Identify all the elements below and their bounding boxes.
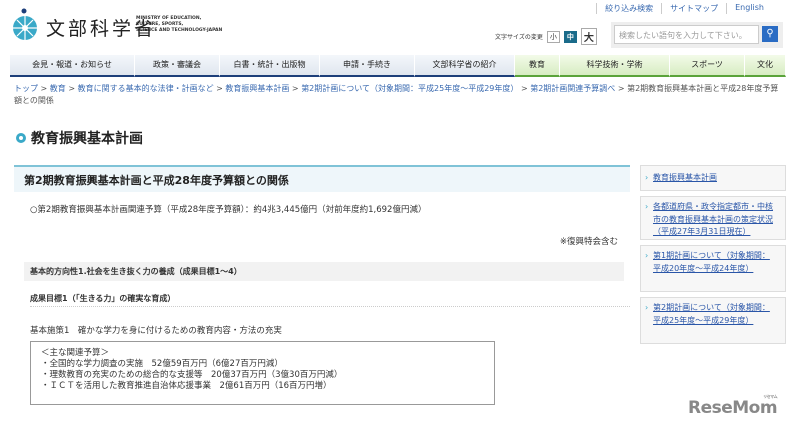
nav-applications[interactable]: 申請・手続き bbox=[320, 55, 415, 77]
nav-press[interactable]: 会見・報道・お知らせ bbox=[10, 55, 135, 77]
breadcrumb-link[interactable]: 教育に関する基本的な法律・計画など bbox=[78, 84, 214, 93]
nav-culture[interactable]: 文化 bbox=[745, 55, 786, 77]
budget-item: ・全国的な学力調査の実施 52億59百万円（6億27百万円減） bbox=[41, 359, 283, 369]
search-icon: ⚲ bbox=[766, 28, 774, 39]
section-heading: 第2期教育振興基本計画と平成28年度予算額との関係 bbox=[14, 165, 630, 192]
breadcrumb-link[interactable]: 教育 bbox=[50, 84, 66, 93]
font-size-switcher: 文字サイズの変更 小 中 大 bbox=[495, 28, 597, 45]
budget-item: ・ＩＣＴを活用した教育推進自治体応援事業 2億61百万円（16百万円増） bbox=[41, 381, 332, 391]
english-link[interactable]: English bbox=[726, 3, 772, 14]
page-title: 教育振興基本計画 bbox=[16, 128, 143, 148]
breadcrumb: トップ > 教育 > 教育に関する基本的な法律・計画など > 教育振興基本計画 … bbox=[14, 84, 779, 105]
page-title-text: 教育振興基本計画 bbox=[31, 131, 143, 147]
logo-english: MINISTRY OF EDUCATION, CULTURE, SPORTS, … bbox=[136, 16, 223, 33]
nav-publications[interactable]: 白書・統計・出版物 bbox=[220, 55, 320, 77]
goal-heading: 成果目標1（「生きる力」の確実な育成） bbox=[30, 293, 630, 307]
policy-text: 基本施策1 確かな学力を身に付けるための教育内容・方法の充実 bbox=[30, 326, 282, 336]
search-input[interactable]: 検索したい語句を入力して下さい。 bbox=[614, 25, 759, 44]
sidebar-link-phase2[interactable]: 第2期計画について（対象期間：平成25年度～平成29年度） bbox=[640, 297, 786, 344]
nav-science[interactable]: 科学技術・学術 bbox=[560, 55, 670, 77]
global-nav: 会見・報道・お知らせ 政策・審議会 白書・統計・出版物 申請・手続き 文部科学省… bbox=[10, 55, 786, 77]
breadcrumb-link[interactable]: 第2期計画関連予算調べ bbox=[530, 84, 615, 93]
nav-education[interactable]: 教育 bbox=[515, 55, 560, 77]
nav-sports[interactable]: スポーツ bbox=[670, 55, 745, 77]
direction-heading: 基本的方向性1.社会を生き抜く力の養成（成果目標1～4） bbox=[24, 262, 624, 281]
budget-summary: ○第2期教育振興基本計画関連予算（平成28年度予算額）：約4兆3,445億円（対… bbox=[30, 205, 427, 215]
sidebar-link-phase1[interactable]: 第1期計画について（対象期間：平成20年度～平成24年度） bbox=[640, 245, 786, 292]
breadcrumb-link[interactable]: 教育振興基本計画 bbox=[225, 84, 289, 93]
search-button[interactable]: ⚲ bbox=[762, 26, 778, 42]
budget-item: ・理数教育の充実のための総合的な支援等 20億37百万円（3億30百万円減） bbox=[41, 370, 343, 380]
font-large-button[interactable]: 大 bbox=[580, 28, 597, 45]
resemom-watermark: ReseMom リセマム bbox=[688, 394, 778, 418]
circle-bullet-icon bbox=[16, 133, 26, 143]
sidebar-link-plan[interactable]: 教育振興基本計画 bbox=[640, 165, 786, 191]
nav-about[interactable]: 文部科学省の紹介 bbox=[415, 55, 515, 77]
sidebar-link-prefectures[interactable]: 各都道府県・政令指定都市・中核市の教育振興基本計画の策定状況（平成27年3月31… bbox=[640, 196, 786, 240]
nav-policy[interactable]: 政策・審議会 bbox=[135, 55, 220, 77]
search-bar: 検索したい語句を入力して下さい。 ⚲ bbox=[611, 22, 783, 48]
breadcrumb-link[interactable]: トップ bbox=[14, 84, 38, 93]
related-budget-box: ＜主な関連予算＞ ・全国的な学力調査の実施 52億59百万円（6億27百万円減）… bbox=[30, 341, 495, 405]
budget-title: ＜主な関連予算＞ bbox=[41, 348, 110, 358]
reconstruction-note: ※復興特会含む bbox=[559, 237, 618, 247]
mext-logo-icon bbox=[13, 8, 37, 40]
refine-search-link[interactable]: 絞り込み検索 bbox=[596, 3, 661, 14]
breadcrumb-link[interactable]: 第2期計画について（対象期間：平成25年度～平成29年度） bbox=[301, 84, 518, 93]
sitemap-link[interactable]: サイトマップ bbox=[661, 3, 726, 14]
font-small-button[interactable]: 小 bbox=[546, 30, 560, 43]
font-medium-button[interactable]: 中 bbox=[563, 30, 577, 43]
font-size-label: 文字サイズの変更 bbox=[495, 34, 543, 41]
top-links: 絞り込み検索 サイトマップ English bbox=[596, 3, 772, 14]
